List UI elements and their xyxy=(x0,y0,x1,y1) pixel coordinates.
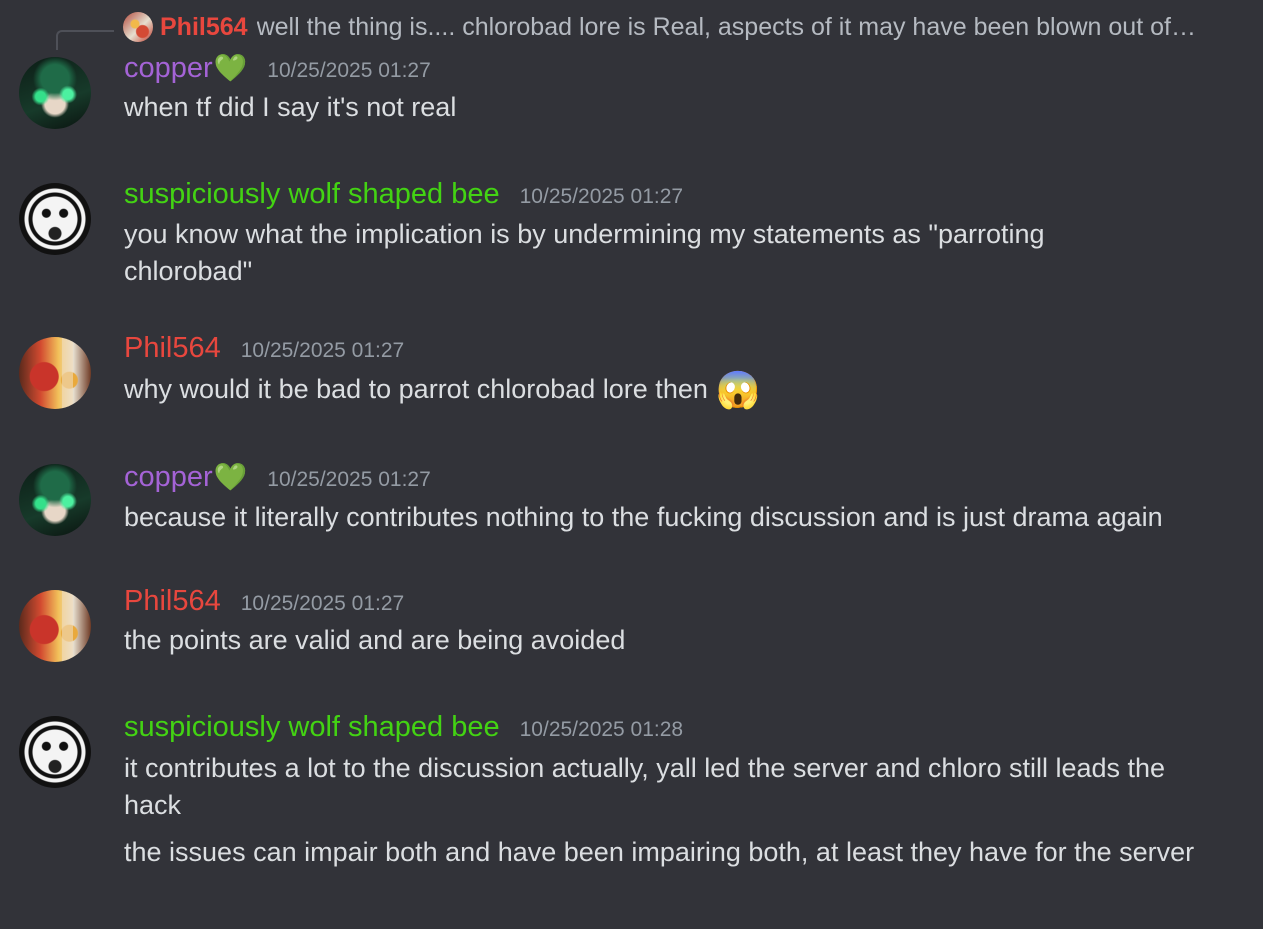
reply-text[interactable]: well the thing is.... chlorobad lore is … xyxy=(257,13,1196,42)
timestamp: 10/25/2025 01:28 xyxy=(519,718,684,741)
message-header: suspiciously wolf shaped bee 10/25/2025 … xyxy=(124,177,683,211)
author-name[interactable]: copper xyxy=(124,51,213,85)
timestamp: 10/25/2025 01:27 xyxy=(519,185,684,208)
message-header: copper 💚 10/25/2025 01:27 xyxy=(124,51,431,85)
author-name[interactable]: Phil564 xyxy=(124,331,221,365)
message-header: suspiciously wolf shaped bee 10/25/2025 … xyxy=(124,710,683,744)
message-text: it contributes a lot to the discussion a… xyxy=(124,753,1166,820)
avatar[interactable] xyxy=(19,183,91,255)
avatar[interactable] xyxy=(19,590,91,662)
timestamp: 10/25/2025 01:27 xyxy=(240,592,405,615)
message-header: Phil564 10/25/2025 01:27 xyxy=(124,331,404,365)
message-text: you know what the implication is by unde… xyxy=(124,219,1045,286)
message-text: why would it be bad to parrot chlorobad … xyxy=(124,371,1244,408)
timestamp: 10/25/2025 01:27 xyxy=(267,468,431,491)
author-name[interactable]: suspiciously wolf shaped bee xyxy=(124,710,500,744)
message-header: Phil564 10/25/2025 01:27 xyxy=(124,584,404,618)
reply-author-name[interactable]: Phil564 xyxy=(160,13,248,42)
message-text: the issues can impair both and have been… xyxy=(124,837,1195,867)
author-name[interactable]: suspiciously wolf shaped bee xyxy=(124,177,500,211)
author-name[interactable]: copper xyxy=(124,460,213,494)
avatar[interactable] xyxy=(19,337,91,409)
green-heart-emoji: 💚 xyxy=(213,462,248,492)
message-header: copper 💚 10/25/2025 01:27 xyxy=(124,460,431,494)
author-name[interactable]: Phil564 xyxy=(124,584,221,618)
scream-emoji[interactable]: 😱 xyxy=(716,371,761,408)
avatar[interactable] xyxy=(19,716,91,788)
avatar[interactable] xyxy=(19,57,91,129)
reply-preview[interactable]: Phil564 well the thing is.... chlorobad … xyxy=(123,11,1259,43)
message-text: when tf did I say it's not real xyxy=(124,92,457,122)
reply-author-avatar[interactable] xyxy=(123,12,153,42)
timestamp: 10/25/2025 01:27 xyxy=(240,339,405,362)
timestamp: 10/25/2025 01:27 xyxy=(267,59,431,82)
message-text-content: why would it be bad to parrot chlorobad … xyxy=(124,374,708,404)
green-heart-emoji: 💚 xyxy=(213,53,248,83)
reply-connector-line xyxy=(56,30,114,50)
message-text: because it literally contributes nothing… xyxy=(124,502,1163,532)
avatar[interactable] xyxy=(19,464,91,536)
message-text: the points are valid and are being avoid… xyxy=(124,625,626,655)
